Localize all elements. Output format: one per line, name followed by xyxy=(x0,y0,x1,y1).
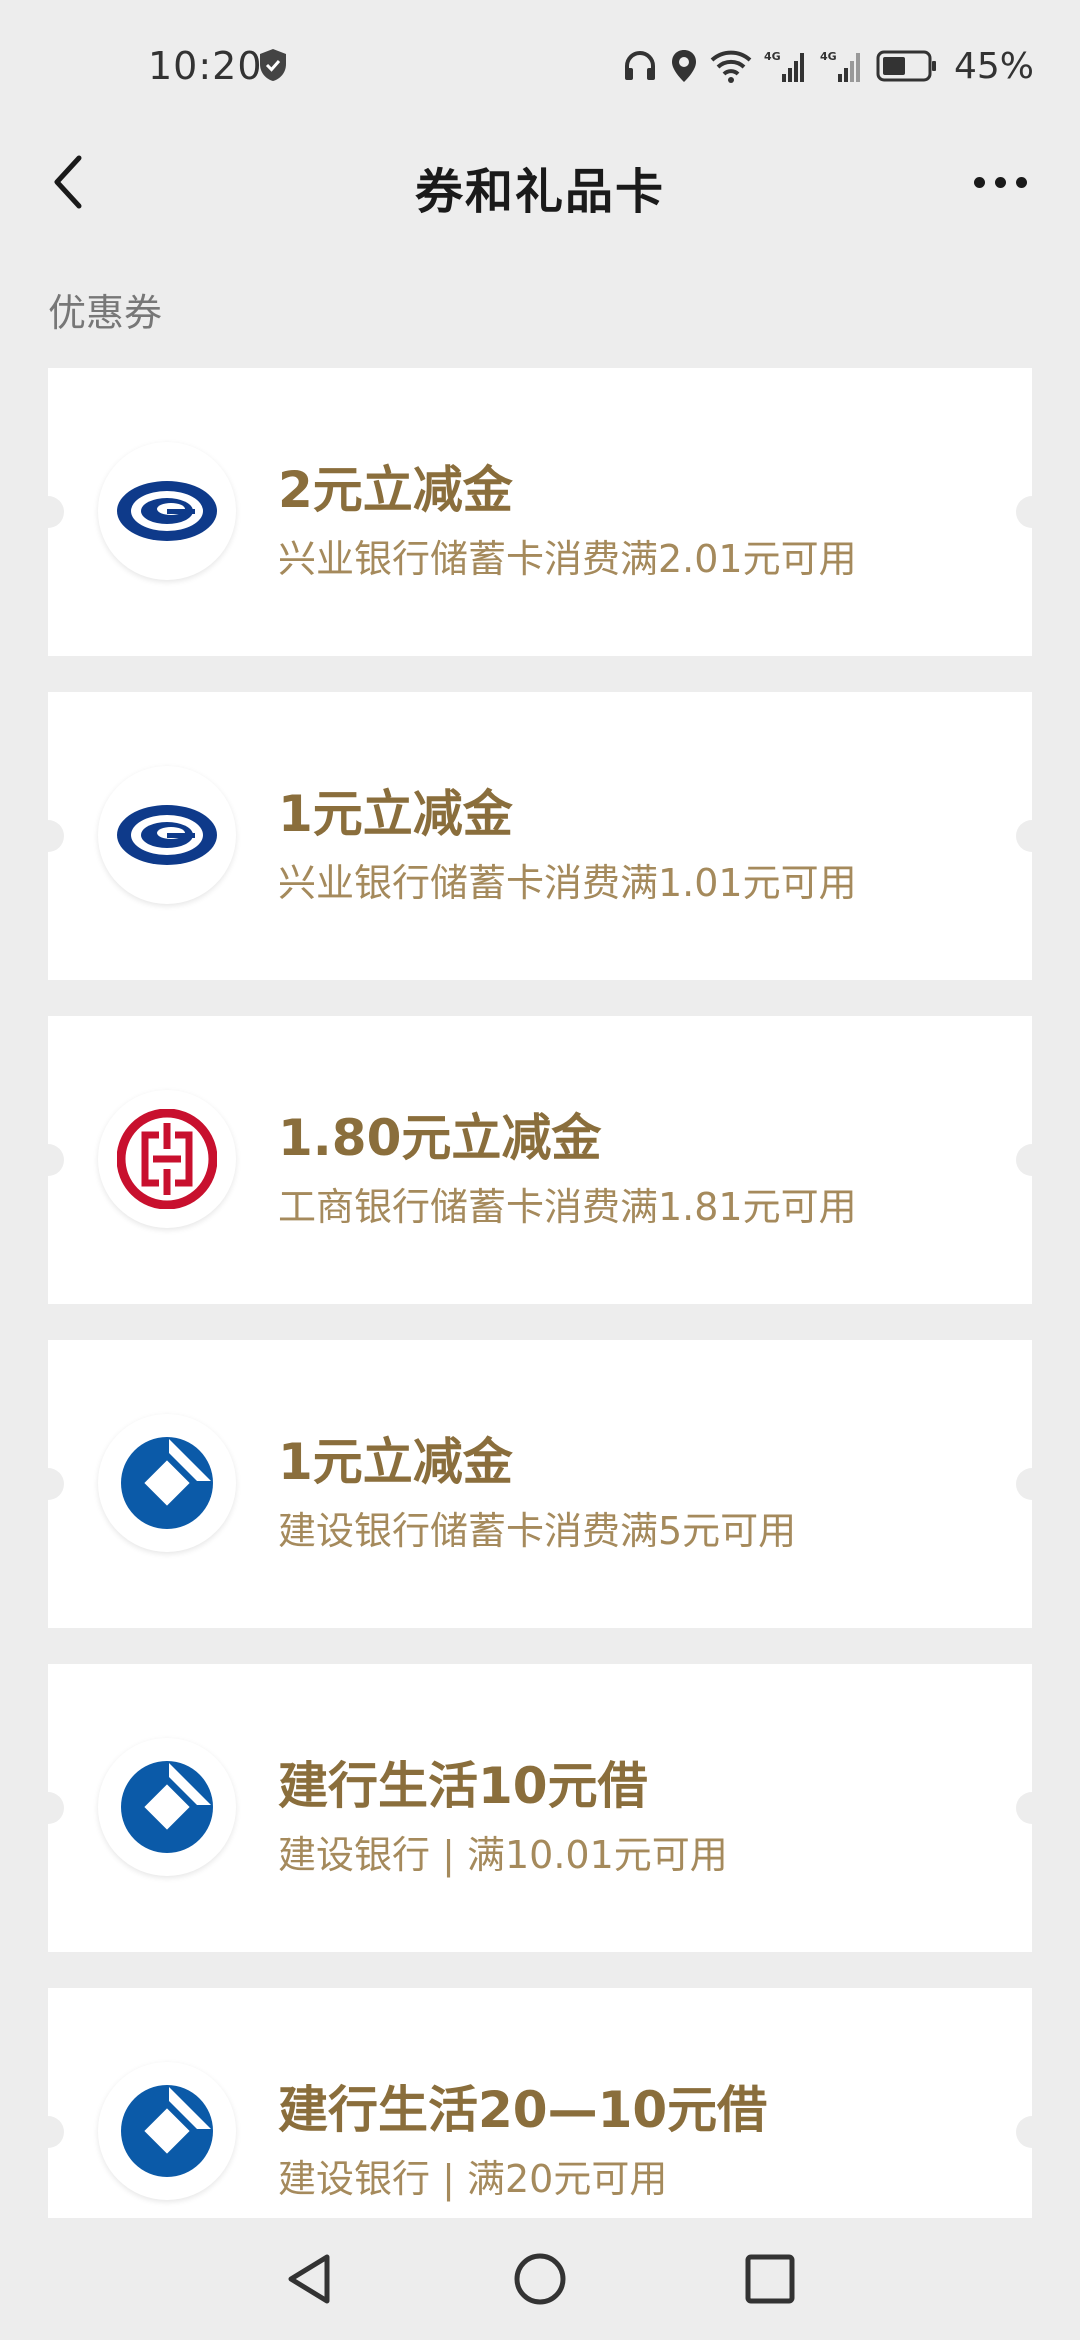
system-back-button[interactable] xyxy=(274,2244,344,2314)
cib-bank-logo-icon xyxy=(98,442,236,580)
battery-percent: 45% xyxy=(953,45,1034,87)
ccb-bank-logo-icon xyxy=(98,1738,236,1876)
ticket-notch xyxy=(48,1144,64,1176)
status-time: 10:20 xyxy=(148,44,263,88)
ticket-notch xyxy=(1016,1144,1032,1176)
coupon-desc: 建设银行储蓄卡消费满5元可用 xyxy=(278,1509,797,1553)
coupon-title: 建行生活20—10元借 xyxy=(278,2081,768,2139)
more-dots-icon xyxy=(973,176,985,188)
coupon-card[interactable]: 2元立减金 兴业银行储蓄卡消费满2.01元可用 xyxy=(48,368,1032,656)
coupon-desc: 工商银行储蓄卡消费满1.81元可用 xyxy=(278,1185,857,1229)
coupon-card[interactable]: 1.80元立减金 工商银行储蓄卡消费满1.81元可用 xyxy=(48,1016,1032,1304)
more-dot xyxy=(994,176,1006,188)
system-recent-button[interactable] xyxy=(735,2244,805,2314)
ccb-bank-logo-icon xyxy=(98,1414,236,1552)
circle-home-icon xyxy=(514,2253,566,2305)
coupon-title: 1元立减金 xyxy=(278,1433,513,1491)
icbc-bank-logo-icon xyxy=(98,1090,236,1228)
nav-bar: 券和礼品卡 xyxy=(0,130,1080,236)
ticket-notch xyxy=(48,2116,64,2148)
wifi-icon xyxy=(710,50,752,83)
ticket-notch xyxy=(48,1792,64,1824)
ticket-notch xyxy=(48,496,64,528)
coupon-desc: 建设银行 | 满20元可用 xyxy=(278,2157,668,2201)
section-label-coupons: 优惠券 xyxy=(48,291,163,335)
ticket-notch xyxy=(1016,820,1032,852)
ticket-notch xyxy=(48,820,64,852)
svg-text:4G: 4G xyxy=(764,50,781,63)
svg-text:4G: 4G xyxy=(820,50,837,63)
square-recent-icon xyxy=(745,2254,795,2304)
coupon-title: 建行生活10元借 xyxy=(278,1757,648,1815)
system-nav-bar xyxy=(0,2218,1080,2340)
location-icon xyxy=(671,50,696,82)
ticket-notch xyxy=(48,1468,64,1500)
status-icons: 4G 4G 45% xyxy=(622,44,1034,88)
battery-icon xyxy=(876,50,936,82)
more-dot xyxy=(1015,176,1027,188)
coupon-title: 1.80元立减金 xyxy=(278,1109,602,1167)
page-title: 券和礼品卡 xyxy=(414,164,665,220)
signal-icon-1: 4G xyxy=(764,50,804,82)
signal-icon-2: 4G xyxy=(820,50,860,82)
coupon-card[interactable]: 建行生活10元借 建设银行 | 满10.01元可用 xyxy=(48,1664,1032,1952)
status-bar: 10:20 4G 4G 45% xyxy=(0,0,1080,130)
coupon-title: 2元立减金 xyxy=(278,461,513,519)
more-button[interactable] xyxy=(960,150,1040,214)
headphones-icon xyxy=(624,51,655,80)
cib-bank-logo-icon xyxy=(98,766,236,904)
ticket-notch xyxy=(1016,1792,1032,1824)
coupon-list: 2元立减金 兴业银行储蓄卡消费满2.01元可用 1元立减金 兴业银行储蓄卡消费满… xyxy=(48,368,1032,2218)
ccb-bank-logo-icon xyxy=(98,2062,236,2200)
coupon-card[interactable]: 建行生活20—10元借 建设银行 | 满20元可用 xyxy=(48,1988,1032,2218)
coupon-card[interactable]: 1元立减金 建设银行储蓄卡消费满5元可用 xyxy=(48,1340,1032,1628)
system-home-button[interactable] xyxy=(505,2244,575,2314)
coupon-desc: 兴业银行储蓄卡消费满1.01元可用 xyxy=(278,861,857,905)
ticket-notch xyxy=(1016,2116,1032,2148)
coupon-card[interactable]: 1元立减金 兴业银行储蓄卡消费满1.01元可用 xyxy=(48,692,1032,980)
coupon-desc: 建设银行 | 满10.01元可用 xyxy=(278,1833,728,1877)
triangle-back-icon xyxy=(288,2254,330,2304)
shield-icon xyxy=(260,49,286,81)
ticket-notch xyxy=(1016,496,1032,528)
coupon-desc: 兴业银行储蓄卡消费满2.01元可用 xyxy=(278,537,857,581)
coupon-title: 1元立减金 xyxy=(278,785,513,843)
ticket-notch xyxy=(1016,1468,1032,1500)
